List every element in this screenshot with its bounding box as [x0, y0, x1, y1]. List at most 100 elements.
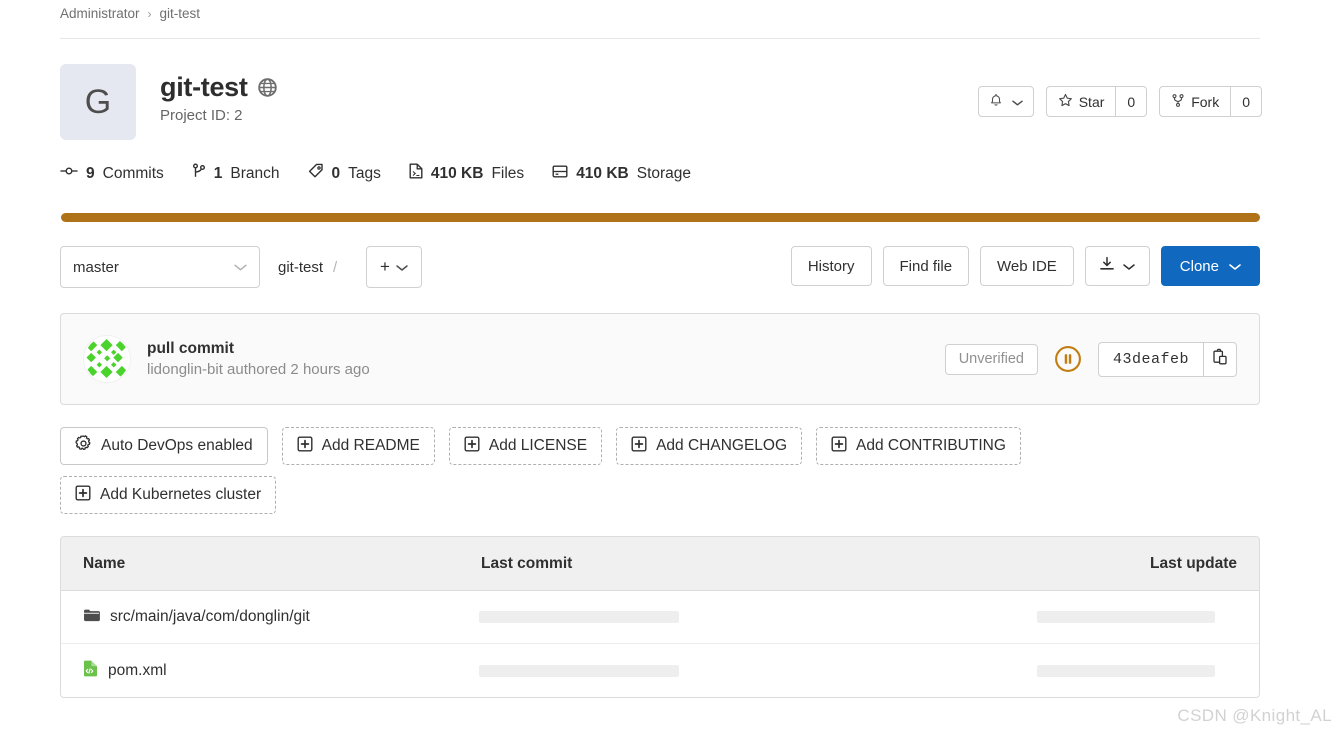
stat-tags-label: Tags	[348, 164, 381, 182]
skeleton-placeholder	[1037, 664, 1215, 677]
breadcrumb: Administrator › git-test	[60, 6, 200, 21]
commit-sha-group: 43deafeb	[1097, 341, 1237, 377]
add-changelog-button[interactable]: Add CHANGELOG	[616, 427, 803, 465]
repo-toolbar: master git-test / + History Find file We…	[60, 246, 1260, 288]
copy-sha-button[interactable]	[1203, 341, 1237, 377]
commit-sha[interactable]: 43deafeb	[1097, 341, 1203, 377]
language-bar[interactable]	[61, 213, 1260, 222]
bell-icon	[989, 93, 1003, 111]
add-readme-button[interactable]: Add README	[281, 427, 435, 465]
column-header-name: Name	[83, 554, 126, 572]
add-kubernetes-cluster-label: Add Kubernetes cluster	[100, 486, 262, 503]
stat-commits-label: Commits	[102, 164, 164, 182]
repo-toolbar-actions: History Find file Web IDE Clone	[790, 246, 1260, 286]
add-readme-label: Add README	[321, 437, 420, 454]
project-meta: git-test Project ID: 2	[160, 64, 277, 124]
plus-icon: +	[380, 257, 390, 276]
add-contributing-label: Add CONTRIBUTING	[856, 437, 1006, 454]
stat-storage: 410 KB Storage	[552, 164, 691, 184]
verification-badge[interactable]: Unverified	[944, 343, 1038, 375]
file-row-name[interactable]: pom.xml	[108, 662, 167, 680]
project-overview-page: Administrator › git-test G git-test Proj…	[0, 0, 1340, 740]
table-row[interactable]: pom.xml	[61, 644, 1259, 697]
breadcrumb-project[interactable]: git-test	[160, 6, 201, 21]
project-title-row: git-test	[160, 72, 277, 103]
branch-selector[interactable]: master	[60, 246, 260, 288]
file-icon	[409, 163, 423, 184]
file-tree-header: Name Last commit Last update	[61, 537, 1259, 591]
star-label: Star	[1078, 93, 1105, 110]
project-stats: 9 Commits 1 Branch 0 Tags 410 KB Files 4…	[60, 163, 691, 184]
language-segment	[61, 213, 1260, 222]
commit-author-time: lidonglin-bit authored 2 hours ago	[147, 361, 370, 378]
storage-icon	[552, 164, 568, 184]
pipeline-pending-icon[interactable]	[1054, 345, 1082, 373]
stat-storage-value: 410 KB	[576, 164, 629, 182]
star-icon	[1058, 93, 1073, 111]
fork-button-group: Fork 0	[1159, 86, 1262, 117]
history-button[interactable]: History	[790, 246, 872, 286]
stat-commits[interactable]: 9 Commits	[60, 164, 164, 183]
stat-tags[interactable]: 0 Tags	[308, 163, 381, 184]
breadcrumb-divider	[60, 38, 1260, 39]
skeleton-placeholder	[479, 611, 680, 623]
plus-square-icon	[297, 436, 313, 457]
add-to-tree-button[interactable]: +	[366, 246, 422, 288]
project-avatar: G	[60, 64, 136, 140]
plus-square-icon	[75, 485, 91, 506]
stat-tags-value: 0	[331, 164, 341, 182]
watermark: CSDN @Knight_AL	[1177, 706, 1332, 725]
fork-count[interactable]: 0	[1230, 86, 1262, 117]
web-ide-button[interactable]: Web IDE	[980, 246, 1074, 286]
quick-actions-row-1: Auto DevOps enabled Add README Add LICEN…	[60, 427, 1021, 465]
stat-files: 410 KB Files	[409, 163, 524, 184]
branch-icon	[192, 163, 206, 184]
plus-square-icon	[831, 436, 847, 457]
add-contributing-button[interactable]: Add CONTRIBUTING	[816, 427, 1021, 465]
quick-actions-row-2: Add Kubernetes cluster	[60, 476, 277, 514]
commit-icon	[60, 164, 78, 183]
plus-square-icon	[464, 436, 480, 457]
breadcrumb-owner[interactable]: Administrator	[60, 6, 140, 21]
stat-branches-value: 1	[213, 164, 223, 182]
file-row-name-cell: src/main/java/com/donglin/git	[61, 608, 479, 627]
find-file-button[interactable]: Find file	[882, 246, 970, 286]
identicon-avatar[interactable]	[83, 335, 131, 383]
stat-branches-label: Branch	[230, 164, 280, 182]
commit-title[interactable]: pull commit	[147, 340, 370, 358]
stat-storage-label: Storage	[636, 164, 692, 182]
last-commit-card: pull commit lidonglin-bit authored 2 hou…	[60, 313, 1260, 405]
fork-icon	[1171, 93, 1185, 111]
auto-devops-button[interactable]: Auto DevOps enabled	[60, 427, 268, 465]
column-header-last-update: Last update	[1150, 554, 1237, 572]
column-header-last-commit: Last commit	[481, 554, 573, 572]
table-row[interactable]: src/main/java/com/donglin/git	[61, 591, 1259, 644]
project-header-actions: Star 0 Fork 0	[977, 86, 1262, 117]
chevron-down-icon	[234, 259, 247, 276]
download-dropdown-button[interactable]	[1084, 246, 1150, 286]
breadcrumb-separator-icon: ›	[147, 6, 152, 21]
file-row-name[interactable]: src/main/java/com/donglin/git	[110, 608, 310, 626]
stat-files-label: Files	[491, 164, 525, 182]
skeleton-placeholder	[479, 664, 680, 677]
add-license-button[interactable]: Add LICENSE	[448, 427, 603, 465]
download-icon	[1099, 256, 1115, 276]
auto-devops-label: Auto DevOps enabled	[101, 437, 253, 454]
file-row-last-commit-cell	[479, 664, 1037, 677]
commit-card-actions: Unverified 43deafeb	[944, 341, 1237, 377]
star-button[interactable]: Star	[1045, 86, 1116, 117]
stat-files-value: 410 KB	[430, 164, 484, 182]
globe-icon	[257, 78, 277, 97]
add-kubernetes-cluster-button[interactable]: Add Kubernetes cluster	[60, 476, 277, 514]
gear-icon	[75, 435, 92, 457]
file-row-last-update-cell	[1037, 611, 1259, 623]
repo-path-breadcrumb: git-test /	[278, 246, 337, 288]
folder-icon	[83, 608, 100, 627]
star-count[interactable]: 0	[1115, 86, 1148, 117]
notification-dropdown-button[interactable]	[977, 86, 1034, 117]
clone-button[interactable]: Clone	[1160, 246, 1260, 286]
repo-path-root[interactable]: git-test	[278, 259, 323, 276]
stat-branches[interactable]: 1 Branch	[192, 163, 280, 184]
fork-button[interactable]: Fork	[1159, 86, 1231, 117]
file-row-name-cell: pom.xml	[61, 660, 479, 682]
